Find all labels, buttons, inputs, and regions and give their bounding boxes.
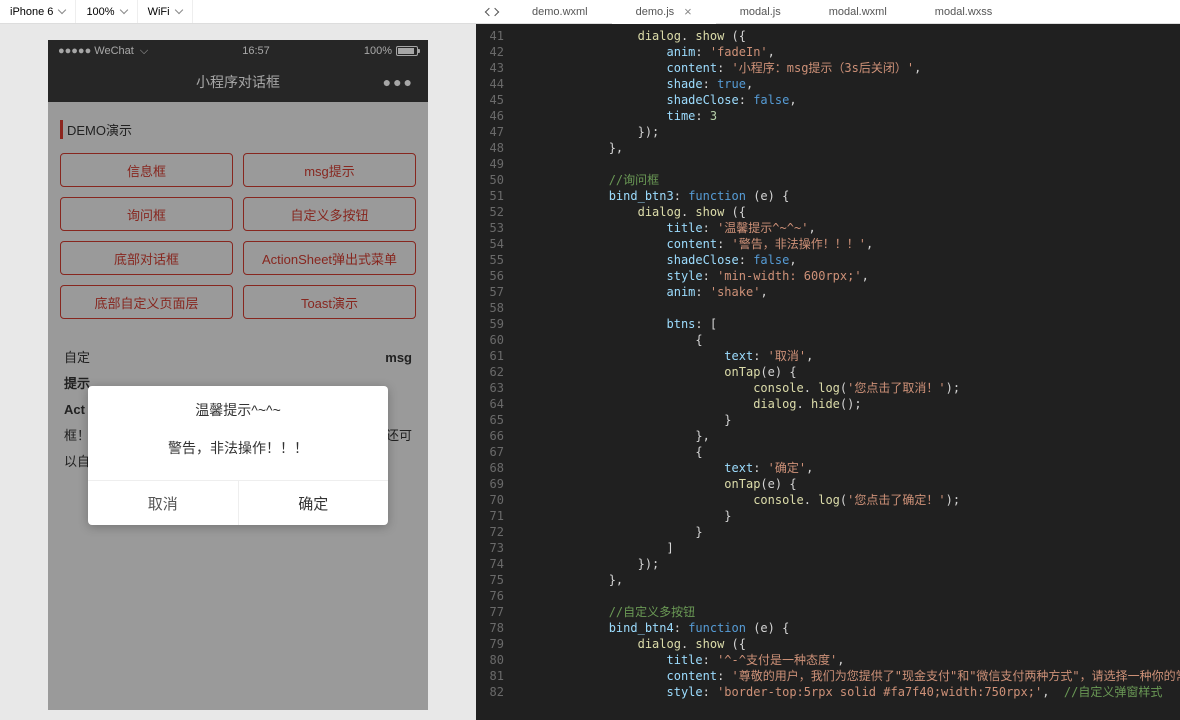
confirm-dialog: 温馨提示^~^~ 警告，非法操作！！！ 取消 确定 <box>88 386 388 525</box>
simulator-panel: iPhone 6 100% WiFi ●●●●● WeChat ⌵ 16:57 <box>0 0 476 720</box>
tab-label: demo.js <box>636 6 675 18</box>
chevron-down-icon <box>174 6 182 14</box>
back-forward-icon[interactable] <box>476 9 508 15</box>
editor-tab[interactable]: demo.js × <box>612 0 716 23</box>
modal-shade[interactable] <box>48 40 428 710</box>
network-selector[interactable]: WiFi <box>138 0 193 23</box>
editor-tab[interactable]: modal.wxss <box>911 0 1016 23</box>
network-label: WiFi <box>148 6 170 18</box>
dialog-title: 温馨提示^~^~ <box>88 386 388 428</box>
cancel-button[interactable]: 取消 <box>88 481 239 525</box>
chevron-down-icon <box>58 6 66 14</box>
chevron-down-icon <box>119 6 127 14</box>
editor-tab[interactable]: modal.wxml <box>805 0 911 23</box>
tab-label: demo.wxml <box>532 6 588 18</box>
editor-panel: demo.wxml demo.js × modal.js modal.wxml modal… <box>476 0 1180 720</box>
zoom-label: 100% <box>86 6 114 18</box>
phone-simulator: ●●●●● WeChat ⌵ 16:57 100% 小程序对话框 ●●● DEM… <box>48 40 428 710</box>
tab-label: modal.wxss <box>935 6 992 18</box>
device-selector[interactable]: iPhone 6 <box>0 0 76 23</box>
simulator-toolbar: iPhone 6 100% WiFi <box>0 0 476 24</box>
editor-tab[interactable]: demo.wxml <box>508 0 612 23</box>
close-icon[interactable]: × <box>684 4 692 19</box>
tab-label: modal.wxml <box>829 6 887 18</box>
dialog-content: 警告，非法操作！！！ <box>88 428 388 480</box>
device-label: iPhone 6 <box>10 6 53 18</box>
editor-tab-bar: demo.wxml demo.js × modal.js modal.wxml modal… <box>476 0 1180 24</box>
confirm-button[interactable]: 确定 <box>239 481 389 525</box>
code-editor[interactable]: 41 42 43 44 45 46 47 48 49 50 51 52 53 5… <box>476 24 1180 720</box>
tab-label: modal.js <box>740 6 781 18</box>
line-gutter: 41 42 43 44 45 46 47 48 49 50 51 52 53 5… <box>476 24 512 720</box>
editor-tab[interactable]: modal.js <box>716 0 805 23</box>
code-content[interactable]: dialog. show ({ anim: 'fadeIn', content:… <box>512 24 1180 720</box>
zoom-selector[interactable]: 100% <box>76 0 137 23</box>
